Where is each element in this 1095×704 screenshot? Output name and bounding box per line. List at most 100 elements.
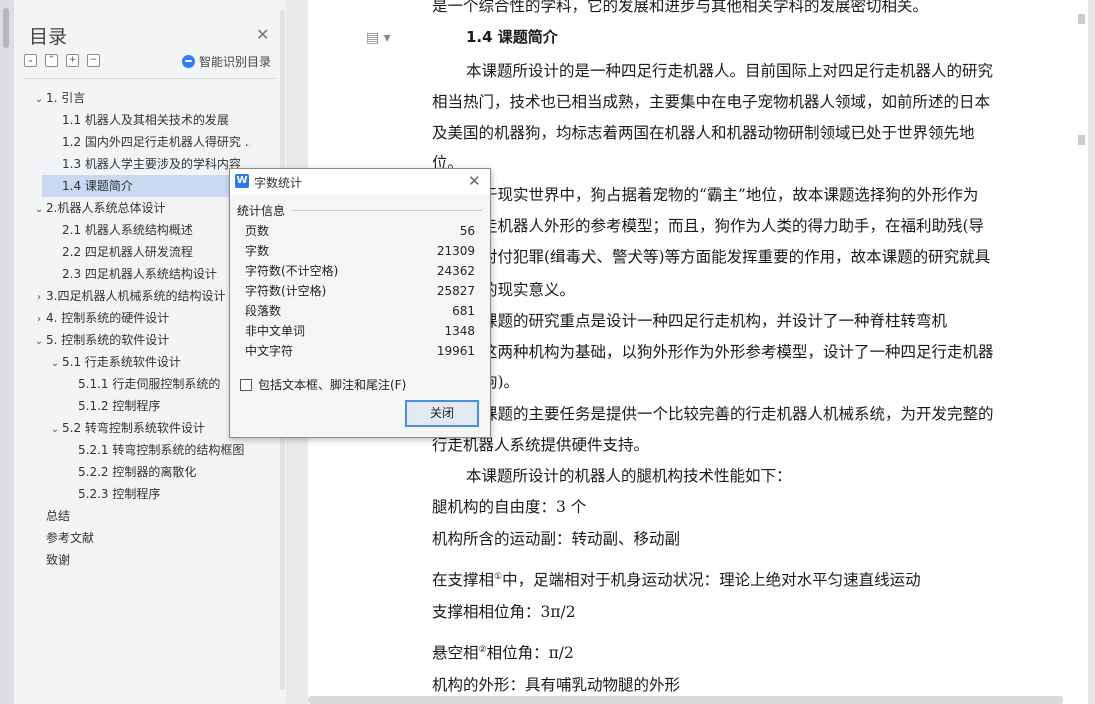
doc-line: 机构所含的运动副：转动副、移动副 (432, 530, 681, 548)
doc-swing-phase-line: 悬空相②相位角：π/2 (432, 640, 574, 663)
toc-item[interactable]: › 3.四足机器人机械系统的结构设计 (32, 285, 250, 307)
stat-value: 21309 (436, 244, 475, 258)
toc-item-label: 1.3 机器人学主要涉及的学科内容 (62, 157, 241, 171)
stat-label: 字符数(计空格) (245, 284, 327, 298)
doc-sup-before: 在支撑相 (432, 571, 495, 590)
smart-toc-label: 智能识别目录 (199, 55, 272, 69)
word-count-dialog: W 字数统计 ✕ 统计信息 页数 56 字数 21309 字符数(不计空格) 24362 字… (229, 168, 491, 438)
toc-item[interactable]: 5.2.2 控制器的离散化 (78, 461, 250, 483)
section-divider (292, 210, 482, 211)
expand-up-icon[interactable]: ⌃ (45, 54, 58, 67)
close-icon[interactable]: ✕ (256, 25, 269, 44)
collapse-down-icon[interactable]: ⌄ (24, 54, 37, 67)
toc-item[interactable]: 参考文献 (46, 527, 250, 549)
document-icon[interactable]: ▤ ▾ (366, 30, 391, 46)
toc-item[interactable]: 1.1 机器人及其相关技术的发展 (62, 109, 250, 131)
plus-icon[interactable]: + (66, 54, 79, 67)
toc-item-label: 2.1 机器人系统结构概述 (62, 223, 193, 237)
close-button[interactable]: 关闭 (405, 400, 479, 427)
stat-label: 字数 (245, 244, 270, 258)
toc-item[interactable]: ⌄ 5. 控制系统的软件设计 (32, 329, 250, 351)
stats-section-label: 统计信息 (237, 204, 286, 218)
checkbox-box[interactable] (240, 378, 252, 391)
footnote-1[interactable]: ① (494, 572, 502, 582)
doc-line: 行走机器人系统提供硬件支持。 (432, 436, 650, 454)
dialog-title: 字数统计 (254, 176, 303, 190)
toc-item-label: 1.4 课题简介 (62, 179, 133, 193)
toc-item[interactable]: 5.2.1 转弯控制系统的结构框图 (78, 439, 250, 461)
toc-item[interactable]: 2.1 机器人系统结构概述 (62, 219, 250, 241)
close-icon[interactable]: ✕ (468, 172, 481, 190)
chevron-right-icon[interactable]: › (32, 309, 46, 329)
toc-item[interactable]: 5.2.3 控制程序 (78, 483, 250, 505)
doc-line: 及美国的机器狗，均标志着两国在机器人和机器动物研制领域已处于世界领先地 (432, 124, 975, 142)
horizontal-scrollbar[interactable] (308, 696, 1063, 704)
stat-label: 段落数 (245, 304, 282, 318)
stat-label: 字符数(不计空格) (245, 264, 339, 278)
stat-value: 19961 (436, 344, 475, 358)
doc-line: 这两种机构为基础，以狗外形作为外形参考模型，设计了一种四足行走机器 (482, 343, 994, 361)
toc-item[interactable]: 2.2 四足机器人研发流程 (62, 241, 250, 263)
doc-line: 本课题所设计的机器人的腿机构技术性能如下： (466, 467, 792, 485)
doc-line: 的现实意义。 (482, 281, 576, 299)
toc-item-label: 5. 控制系统的软件设计 (46, 333, 170, 347)
chevron-down-icon[interactable]: ⌄ (32, 331, 46, 351)
footnote-2[interactable]: ② (479, 645, 487, 655)
toc-item-label: 5.2.1 转弯控制系统的结构框图 (78, 443, 245, 457)
doc-line: 本课题所设计的是一种四足行走机器人。目前国际上对四足行走机器人的研究 (466, 62, 994, 80)
chevron-down-icon[interactable]: ⌄ (48, 353, 62, 373)
toc-item-label: 2.2 四足机器人研发流程 (62, 245, 193, 259)
toc-item[interactable]: 1.4 课题简介 (42, 175, 248, 197)
doc-last-line: 机构的外形：具有哺乳动物腿的外形 (432, 676, 681, 694)
chevron-right-icon[interactable]: › (32, 287, 46, 307)
vertical-scrollbar[interactable] (1088, 0, 1095, 704)
include-textbox-checkbox[interactable]: 包括文本框、脚注和尾注(F) (240, 376, 406, 393)
stat-value: 24362 (436, 264, 475, 278)
toc-title: 目录 (29, 26, 68, 48)
toc-item-label: 5.1.2 控制程序 (78, 399, 161, 413)
toc-item[interactable]: ⌄ 5.2 转弯控制系统软件设计 (48, 417, 250, 439)
toc-item[interactable]: 5.1.2 控制程序 (78, 395, 250, 417)
right-marker[interactable] (1078, 14, 1085, 24)
dialog-titlebar[interactable]: W 字数统计 ✕ (230, 169, 490, 195)
toc-item[interactable]: 致谢 (46, 549, 250, 571)
toc-item[interactable]: 2.3 四足机器人系统结构设计 (62, 263, 250, 285)
toc-item-label: 1.1 机器人及其相关技术的发展 (62, 113, 229, 127)
smart-toc-icon (182, 55, 195, 68)
stat-label: 非中文单词 (245, 324, 306, 338)
toc-item[interactable]: ⌄ 5.1 行走系统软件设计 (48, 351, 250, 373)
toc-item[interactable]: 5.1.1 行走伺服控制系统的 (78, 373, 250, 395)
smart-toc-button[interactable]: 智能识别目录 (182, 53, 271, 70)
doc-sup2-before: 悬空相 (432, 644, 479, 663)
chevron-down-icon[interactable]: ⌄ (32, 199, 46, 219)
doc-phase-line: 支撑相相位角：3π/2 (432, 603, 576, 621)
toc-item-label: 5.2.3 控制程序 (78, 487, 161, 501)
minus-icon[interactable]: − (87, 54, 100, 67)
stat-value: 681 (452, 304, 475, 318)
toc-item[interactable]: 1.2 国内外四足行走机器人得研究 ... (62, 131, 250, 153)
right-marker[interactable] (1078, 135, 1085, 145)
chevron-down-icon[interactable]: ⌄ (32, 89, 46, 109)
toc-item[interactable]: ⌄ 1. 引言 (32, 87, 250, 109)
toc-item-label: 3.四足机器人机械系统的结构设计 (46, 289, 226, 303)
stat-value: 25827 (436, 284, 475, 298)
doc-line: 对付犯罪(缉毒犬、警犬等)等方面能发挥重要的作用，故本课题的研究就具 (482, 248, 991, 266)
doc-line: 于现实世界中，狗占据着宠物的“霸主”地位，故本课题选择狗的外形作为 (482, 186, 979, 204)
toc-toolbar: ⌄ ⌃ + − (24, 54, 100, 67)
stat-row: 字符数(不计空格) 24362 (245, 261, 475, 281)
stat-row: 字符数(计空格) 25827 (245, 281, 475, 301)
toc-item-label: 4. 控制系统的硬件设计 (46, 311, 170, 325)
doc-line: 腿机构的自由度：3 个 (432, 498, 587, 516)
toc-item[interactable]: ⌄ 2.机器人系统总体设计 (32, 197, 250, 219)
toc-item[interactable]: 总结 (46, 505, 250, 527)
stat-label: 中文字符 (245, 344, 294, 358)
stat-row: 非中文单词 1348 (245, 321, 475, 341)
toc-item-label: 5.1.1 行走伺服控制系统的 (78, 377, 221, 391)
toc-item[interactable]: 1.3 机器人学主要涉及的学科内容 (62, 153, 250, 175)
doc-top-cut-line: 是一个综合性的学科，它的发展和进步与其他相关学科的发展密切相关。 (432, 0, 929, 15)
toc-item[interactable]: › 4. 控制系统的硬件设计 (32, 307, 250, 329)
edge-scroll-thumb[interactable] (3, 8, 9, 48)
wps-logo-icon: W (235, 174, 249, 188)
doc-support-phase-line: 在支撑相①中，足端相对于机身运动状况：理论上绝对水平匀速直线运动 (432, 567, 921, 590)
chevron-down-icon[interactable]: ⌄ (48, 419, 62, 439)
